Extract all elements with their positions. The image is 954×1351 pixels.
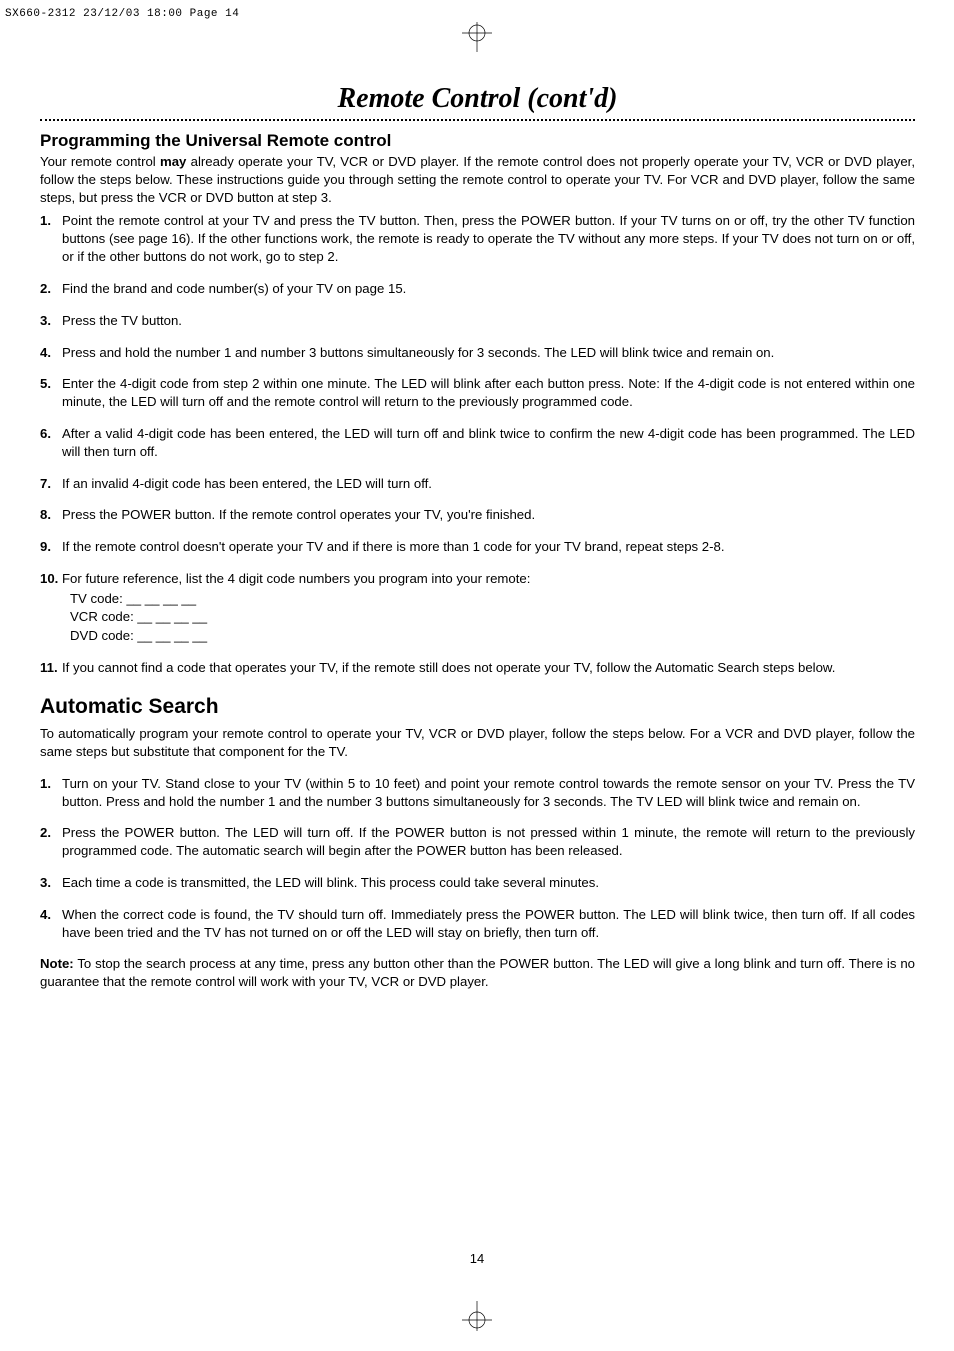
note-paragraph: Note: To stop the search process at any … — [40, 955, 915, 991]
list-item: 3.Press the TV button. — [40, 312, 915, 330]
automatic-search-steps-list: 1.Turn on your TV. Stand close to your T… — [40, 775, 915, 942]
list-item: 1.Turn on your TV. Stand close to your T… — [40, 775, 915, 811]
step-text: Turn on your TV. Stand close to your TV … — [62, 775, 915, 811]
list-item: 9.If the remote control doesn't operate … — [40, 538, 915, 556]
list-item: 11.If you cannot find a code that operat… — [40, 659, 915, 677]
step-text: Press the POWER button. The LED will tur… — [62, 824, 915, 860]
dvd-code-blank: DVD code: __ __ __ __ — [70, 627, 915, 645]
programming-heading: Programming the Universal Remote control — [40, 131, 915, 151]
step-text: If the remote control doesn't operate yo… — [62, 538, 915, 556]
step-number: 10. — [40, 570, 62, 588]
list-item: 6.After a valid 4-digit code has been en… — [40, 425, 915, 461]
list-item: 1.Point the remote control at your TV an… — [40, 212, 915, 265]
step-text: If an invalid 4-digit code has been ente… — [62, 475, 915, 493]
list-item: 8.Press the POWER button. If the remote … — [40, 506, 915, 524]
tv-code-blank: TV code: __ __ __ __ — [70, 590, 915, 608]
list-item: 2.Press the POWER button. The LED will t… — [40, 824, 915, 860]
step-number: 2. — [40, 824, 62, 860]
step-number: 11. — [40, 659, 62, 677]
step-number: 4. — [40, 344, 62, 362]
registration-mark-top-icon — [452, 22, 502, 52]
step-text: Point the remote control at your TV and … — [62, 212, 915, 265]
list-item: 3.Each time a code is transmitted, the L… — [40, 874, 915, 892]
list-item: 2.Find the brand and code number(s) of y… — [40, 280, 915, 298]
programming-steps-list: 1.Point the remote control at your TV an… — [40, 212, 915, 677]
vcr-code-blank: VCR code: __ __ __ __ — [70, 608, 915, 626]
list-item: 7.If an invalid 4-digit code has been en… — [40, 475, 915, 493]
step-text: Press the TV button. — [62, 312, 915, 330]
list-item: 10.For future reference, list the 4 digi… — [40, 570, 915, 588]
list-item: 4.When the correct code is found, the TV… — [40, 906, 915, 942]
dotted-divider — [40, 119, 915, 121]
step-number: 1. — [40, 775, 62, 811]
page-title: Remote Control (cont'd) — [40, 83, 915, 115]
print-header: SX660-2312 23/12/03 18:00 Page 14 — [5, 8, 239, 20]
automatic-search-intro: To automatically program your remote con… — [40, 725, 915, 761]
step-text: If you cannot find a code that operates … — [62, 659, 915, 677]
step-number: 6. — [40, 425, 62, 461]
step-text: Enter the 4-digit code from step 2 withi… — [62, 375, 915, 411]
step-number: 3. — [40, 874, 62, 892]
step-number: 8. — [40, 506, 62, 524]
step-text: After a valid 4-digit code has been ente… — [62, 425, 915, 461]
step-text: For future reference, list the 4 digit c… — [62, 570, 915, 588]
step-number: 1. — [40, 212, 62, 265]
step-number: 2. — [40, 280, 62, 298]
step-number: 3. — [40, 312, 62, 330]
page-number: 14 — [0, 1251, 954, 1266]
step-text: When the correct code is found, the TV s… — [62, 906, 915, 942]
registration-mark-bottom-icon — [452, 1301, 502, 1331]
list-item: TV code: __ __ __ __VCR code: __ __ __ _… — [40, 590, 915, 645]
list-item: 5.Enter the 4-digit code from step 2 wit… — [40, 375, 915, 411]
step-text: Each time a code is transmitted, the LED… — [62, 874, 915, 892]
code-blanks: TV code: __ __ __ __VCR code: __ __ __ _… — [70, 590, 915, 645]
step-text: Press the POWER button. If the remote co… — [62, 506, 915, 524]
programming-intro: Your remote control may already operate … — [40, 153, 915, 206]
step-text: Find the brand and code number(s) of you… — [62, 280, 915, 298]
page-content: Remote Control (cont'd) Programming the … — [40, 75, 915, 1005]
step-text: Press and hold the number 1 and number 3… — [62, 344, 915, 362]
automatic-search-heading: Automatic Search — [40, 695, 915, 719]
step-number: 5. — [40, 375, 62, 411]
step-number: 9. — [40, 538, 62, 556]
document-page: SX660-2312 23/12/03 18:00 Page 14 Remote… — [0, 0, 954, 1351]
step-number: 7. — [40, 475, 62, 493]
list-item: 4.Press and hold the number 1 and number… — [40, 344, 915, 362]
step-number: 4. — [40, 906, 62, 942]
